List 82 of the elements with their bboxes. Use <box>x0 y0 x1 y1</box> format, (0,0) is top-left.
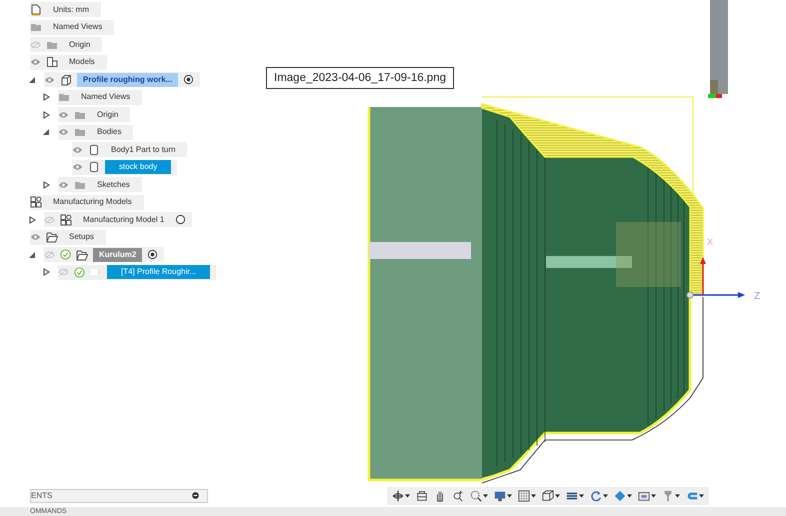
tree-row[interactable]: Origin <box>58 107 130 122</box>
open-folder-icon <box>46 231 58 244</box>
caret-icon <box>507 494 512 498</box>
caret-icon <box>651 494 656 498</box>
grid-blocks-icon <box>60 214 72 226</box>
caret-icon <box>579 494 584 498</box>
tree-row[interactable]: Setups <box>30 230 106 245</box>
cylinder-icon <box>88 144 100 156</box>
tree-row[interactable]: Origin <box>30 37 102 52</box>
grid-button[interactable] <box>516 488 538 504</box>
components-icon <box>46 56 58 68</box>
tree-label[interactable]: Sketches <box>91 178 136 192</box>
expanded-arrow-icon[interactable] <box>42 128 50 136</box>
caret-icon <box>675 494 680 498</box>
tree-row[interactable]: Bodies <box>58 124 134 140</box>
zoom-icon <box>452 490 464 502</box>
camera-icon <box>416 490 428 502</box>
caret-icon <box>405 494 410 498</box>
radio-on-icon[interactable] <box>147 249 158 260</box>
caret-icon <box>627 494 632 498</box>
expanded-arrow-icon[interactable] <box>28 76 36 84</box>
tree-row[interactable]: Profile roughing work... <box>44 72 200 88</box>
tree-row[interactable]: Named Views <box>30 20 114 35</box>
tree-row[interactable]: Named Views <box>58 90 142 105</box>
open-folder-icon <box>76 248 88 261</box>
tree-label[interactable]: Setups <box>63 230 100 244</box>
axis-triad-drawing <box>686 257 745 298</box>
radio-on-icon[interactable] <box>183 74 194 86</box>
tree-label[interactable]: Models <box>63 55 101 70</box>
radio-off-icon[interactable] <box>175 214 186 226</box>
document-icon <box>30 4 42 16</box>
display-icon <box>494 490 506 502</box>
layers-icon <box>566 490 578 502</box>
tree-label[interactable]: Manufacturing Models <box>47 195 138 210</box>
axis-label: Z <box>754 291 760 302</box>
cylinder-icon <box>88 161 100 174</box>
caret-icon <box>483 494 488 498</box>
tree-label[interactable]: Named Views <box>75 90 136 104</box>
tree-row[interactable]: Manufacturing Models <box>30 194 144 210</box>
caret-icon <box>603 494 608 498</box>
folder-icon <box>74 126 86 138</box>
cube-icon <box>60 74 72 86</box>
folder-icon <box>30 21 42 34</box>
tree-row[interactable]: Manufacturing Model 1 <box>44 212 192 228</box>
pan-icon <box>434 490 446 502</box>
diamond-icon <box>614 490 626 502</box>
funnel-icon <box>662 490 674 502</box>
tree-label[interactable]: Units: mm <box>47 2 95 17</box>
tooltip: Image_2023-04-06_17-09-16.png <box>266 67 454 89</box>
collapsed-arrow-icon[interactable] <box>42 110 50 119</box>
collapsed-arrow-icon[interactable] <box>28 216 36 224</box>
view-cube-icon <box>542 490 554 502</box>
axis-label: X <box>707 237 714 247</box>
caret-icon <box>555 494 560 498</box>
grid-icon <box>518 490 530 502</box>
magnet-icon <box>686 490 698 502</box>
fit-icon <box>470 490 482 502</box>
grid-blocks-icon <box>30 196 42 208</box>
view-cube-button[interactable] <box>540 488 562 504</box>
panel-title: ENTS <box>31 491 52 500</box>
tree-label[interactable]: Origin <box>91 108 124 122</box>
orbit-icon <box>392 490 404 502</box>
tree-label[interactable]: Profile roughing work... <box>77 72 178 87</box>
panel-icon <box>638 490 650 502</box>
tree-label[interactable]: Bodies <box>91 125 128 140</box>
caret-icon <box>531 494 536 498</box>
collapsed-arrow-icon[interactable] <box>42 93 50 102</box>
tree-row[interactable]: Sketches <box>58 177 142 192</box>
tree-row[interactable]: Body1 Part to turn <box>72 142 188 158</box>
caret-icon <box>699 494 704 498</box>
collapse-icon[interactable] <box>192 492 199 499</box>
folder-icon <box>58 91 70 104</box>
tree-row[interactable]: Models <box>30 54 107 70</box>
expanded-arrow-icon[interactable] <box>28 250 36 259</box>
tree-label[interactable]: Origin <box>63 38 96 52</box>
collapsed-arrow-icon[interactable] <box>42 180 50 189</box>
tree-label[interactable]: Manufacturing Model 1 <box>77 212 170 227</box>
tree-row[interactable]: Units: mm <box>30 2 101 18</box>
refresh-icon <box>590 490 602 502</box>
collapsed-arrow-icon[interactable] <box>42 268 50 276</box>
tree-label[interactable]: Body1 Part to turn <box>105 142 182 157</box>
tree-label[interactable]: Named Views <box>47 20 108 34</box>
